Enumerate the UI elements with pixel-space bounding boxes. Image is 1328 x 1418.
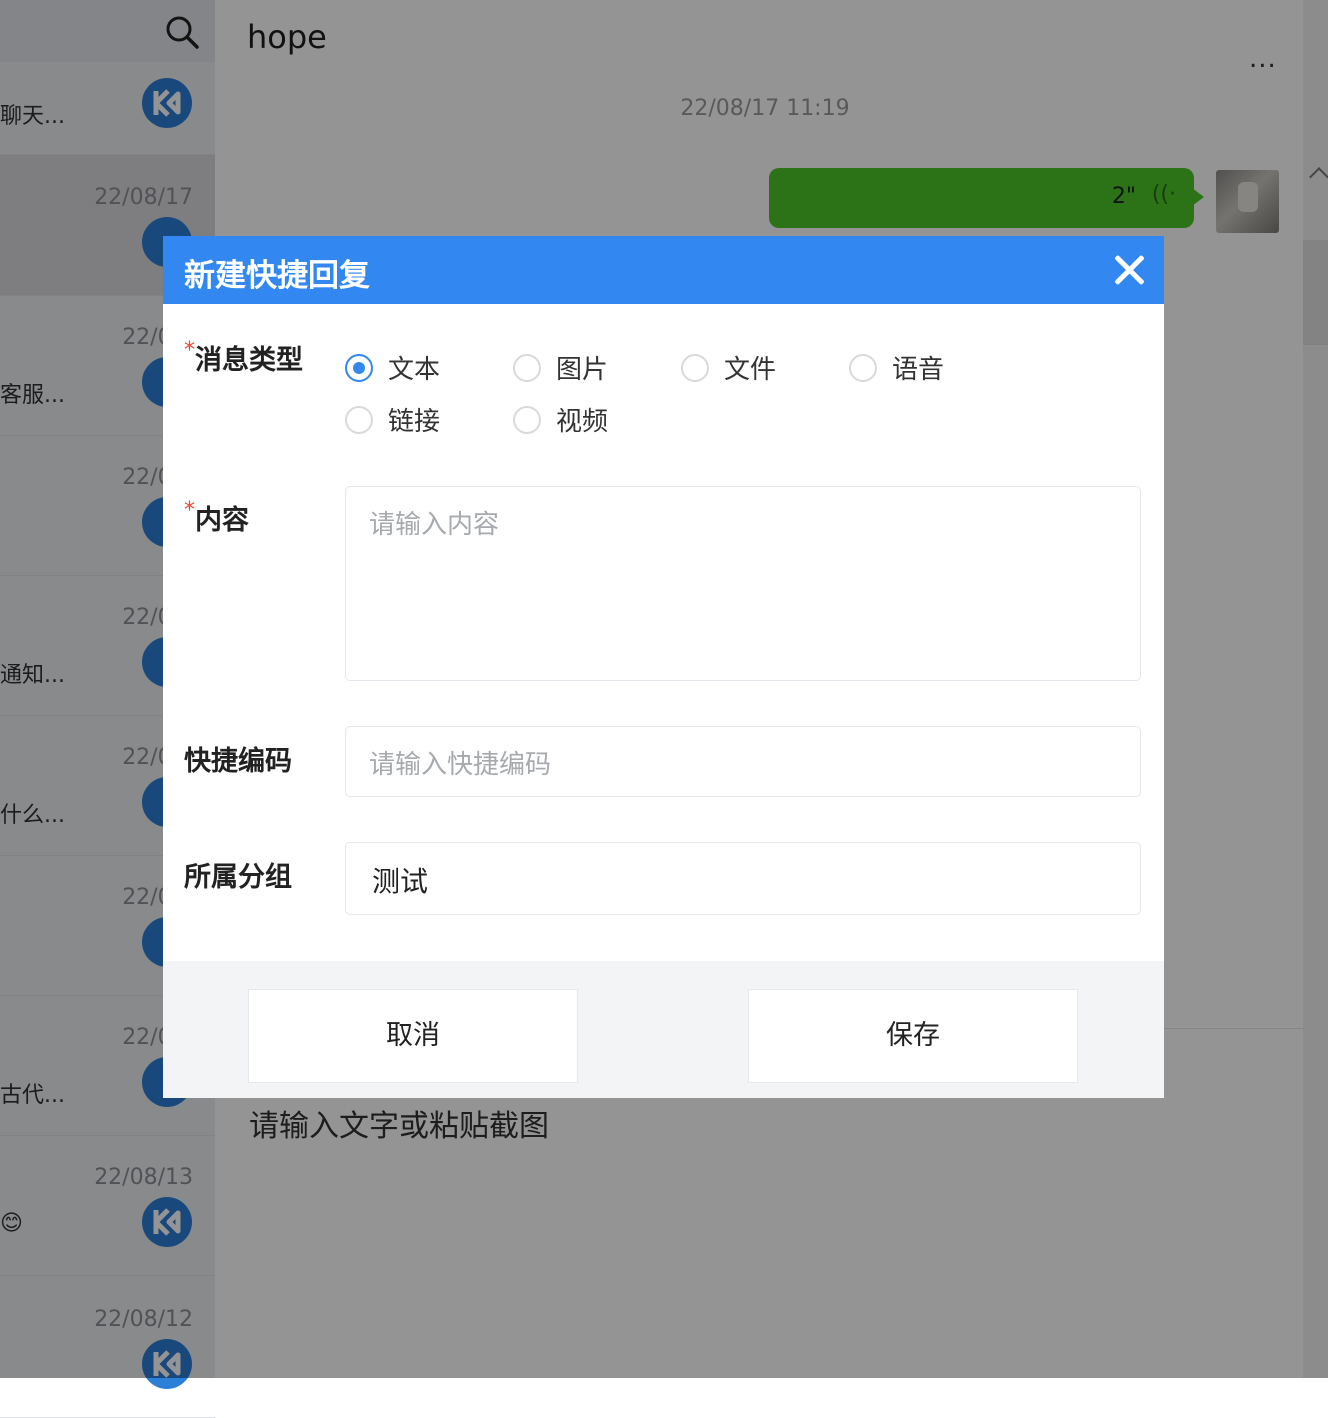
close-icon[interactable] bbox=[1109, 250, 1149, 290]
group-value: 测试 bbox=[372, 865, 429, 898]
radio-voice[interactable]: 语音 bbox=[849, 349, 944, 386]
cancel-button[interactable]: 取消 bbox=[248, 989, 578, 1083]
chat-app: 聊天... 22/08/17 22/08/ 客服... 22/08/ 22/08… bbox=[0, 0, 1328, 1418]
radio-label: 图片 bbox=[556, 355, 609, 385]
radio-circle[interactable] bbox=[345, 405, 373, 434]
group-label: 所属分组 bbox=[184, 862, 292, 893]
content-placeholder: 请输入内容 bbox=[369, 510, 500, 540]
radio-circle[interactable] bbox=[849, 353, 877, 382]
radio-circle[interactable] bbox=[513, 405, 541, 434]
message-type-label: *消息类型 bbox=[184, 338, 303, 376]
required-mark: * bbox=[184, 498, 195, 523]
radio-circle[interactable] bbox=[681, 353, 709, 382]
radio-image[interactable]: 图片 bbox=[513, 349, 608, 386]
radio-file[interactable]: 文件 bbox=[681, 349, 776, 386]
radio-label: 文本 bbox=[388, 355, 441, 385]
save-button[interactable]: 保存 bbox=[748, 989, 1078, 1083]
radio-label: 文件 bbox=[724, 355, 777, 385]
radio-circle[interactable] bbox=[513, 353, 541, 382]
group-select[interactable]: 测试 bbox=[345, 842, 1141, 915]
radio-video[interactable]: 视频 bbox=[513, 401, 608, 438]
radio-label: 视频 bbox=[556, 407, 609, 437]
radio-label: 语音 bbox=[892, 355, 945, 385]
new-quick-reply-dialog: 新建快捷回复 *消息类型 文本 图片 文件 语音 链接 视频 *内容 请输入内容… bbox=[163, 236, 1164, 1098]
radio-label: 链接 bbox=[388, 407, 441, 437]
dialog-header: 新建快捷回复 bbox=[163, 236, 1164, 304]
radio-link[interactable]: 链接 bbox=[345, 401, 440, 438]
quick-code-placeholder: 请输入快捷编码 bbox=[369, 750, 552, 780]
quick-code-input[interactable]: 请输入快捷编码 bbox=[345, 726, 1141, 797]
quick-code-label: 快捷编码 bbox=[184, 746, 292, 777]
dialog-title: 新建快捷回复 bbox=[184, 258, 370, 294]
content-textarea[interactable]: 请输入内容 bbox=[345, 486, 1141, 681]
content-label: *内容 bbox=[184, 498, 249, 536]
required-mark: * bbox=[184, 338, 195, 363]
radio-circle[interactable] bbox=[345, 353, 373, 382]
dialog-footer: 取消 保存 bbox=[163, 961, 1164, 1098]
radio-text[interactable]: 文本 bbox=[345, 349, 440, 386]
